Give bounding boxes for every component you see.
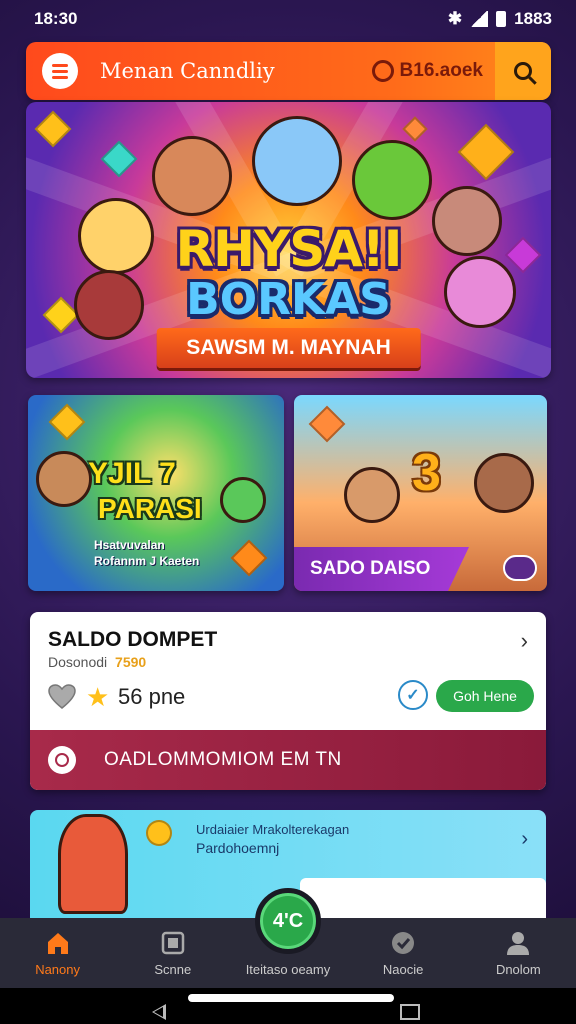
nav-item-home[interactable]: Nanony	[3, 918, 113, 977]
promo-left-title-2: PARASI	[98, 493, 202, 524]
gem-icon	[48, 403, 86, 441]
character-avatar	[352, 140, 432, 220]
chevron-right-icon[interactable]: ›	[521, 828, 528, 851]
hero-subtitle: BORKAS	[186, 274, 391, 325]
promo-left-subtitle: Hsatvuvalan Rofannm J Kaeten	[94, 538, 200, 568]
search-button[interactable]	[495, 42, 551, 100]
shop-line-2: Pardohoemnj	[196, 840, 280, 856]
star-icon: ★	[86, 682, 110, 712]
center-action-button[interactable]: 4'C	[255, 888, 321, 954]
battery-level: 1883	[514, 9, 552, 28]
character-avatar	[152, 136, 232, 216]
character-avatar	[344, 467, 400, 523]
status-bar: 18:30 ✱ 1883	[0, 0, 576, 38]
check-icon[interactable]: ✓	[398, 680, 428, 710]
check-shield-icon	[392, 932, 415, 954]
coin-icon	[146, 820, 172, 846]
gem-icon	[34, 110, 72, 148]
hero-ribbon: SAWSM M. MAYNAH	[156, 328, 421, 368]
search-icon	[514, 62, 532, 80]
home-icon	[47, 933, 68, 954]
system-navigation-bar	[0, 988, 576, 1024]
go-button[interactable]: Goh Hene	[436, 680, 534, 712]
status-time: 18:30	[34, 9, 78, 28]
wallet-subtitle: Dosonodi 7590	[48, 654, 147, 670]
wallet-card[interactable]: SALDO DOMPET › Dosonodi 7590 ★ 56 pne ✓ …	[30, 612, 546, 790]
promo-right-label: SADO DAISO	[294, 547, 469, 591]
coin-balance-value: B16.aoek	[399, 60, 483, 81]
wallet-points: 56 pne	[118, 684, 186, 709]
gem-icon	[308, 405, 346, 443]
hero-title: RHYSA!I	[175, 220, 403, 278]
hero-banner[interactable]: RHYSA!I BORKAS SAWSM M. MAYNAH	[26, 102, 551, 378]
wallet-title: SALDO DOMPET	[48, 628, 218, 651]
status-indicators: ✱ 1883	[448, 9, 552, 29]
shop-line-1: Urdaiaier Mrakolterekagan	[196, 822, 350, 837]
circle-icon	[48, 746, 76, 774]
back-icon[interactable]	[152, 1004, 166, 1020]
app-header: Menan Canndliy B16.aoek	[26, 42, 551, 100]
character-avatar	[252, 116, 342, 206]
promo-right-number: 3	[412, 444, 441, 502]
nav-item-game[interactable]: Scnne	[118, 918, 228, 977]
shop-items-panel	[300, 878, 546, 920]
gem-icon	[100, 140, 138, 178]
promo-left-title: YJIL 7	[88, 457, 176, 490]
shopkeeper-character	[58, 814, 128, 914]
recents-icon[interactable]	[400, 1004, 420, 1020]
coin-icon	[371, 60, 394, 82]
nav-item-profile[interactable]: Dnolom	[463, 918, 573, 977]
character-avatar	[220, 477, 266, 523]
character-avatar	[474, 453, 534, 513]
hamburger-icon	[52, 63, 68, 67]
wifi-icon: ✱	[447, 9, 463, 28]
wallet-balance: 7590	[115, 654, 147, 670]
chevron-right-icon[interactable]: ›	[521, 628, 528, 654]
app-title: Menan Canndliy	[100, 59, 275, 83]
signal-icon	[470, 11, 489, 27]
profile-icon	[507, 932, 530, 955]
character-avatar	[36, 451, 92, 507]
wallet-band-text: OADLOMMOMIOM EM TN	[104, 749, 342, 770]
menu-button[interactable]	[42, 53, 78, 89]
promo-card-left[interactable]: YJIL 7 PARASI Hsatvuvalan Rofannm J Kaet…	[28, 395, 284, 591]
battery-icon	[496, 11, 507, 27]
heart-icon	[48, 684, 76, 709]
game-icon	[161, 931, 185, 955]
promo-card-right[interactable]: 3 SADO DAISO	[294, 395, 547, 591]
gem-icon	[230, 539, 268, 577]
coin-balance[interactable]: B16.aoek	[371, 60, 483, 82]
nav-item-notices[interactable]: Naocie	[348, 918, 458, 977]
wallet-action-band[interactable]: OADLOMMOMIOM EM TN	[30, 730, 546, 790]
home-gesture-pill[interactable]	[188, 994, 394, 1002]
gem-icon	[457, 123, 515, 181]
promo-badge-icon	[503, 555, 537, 581]
gem-icon	[402, 116, 428, 142]
